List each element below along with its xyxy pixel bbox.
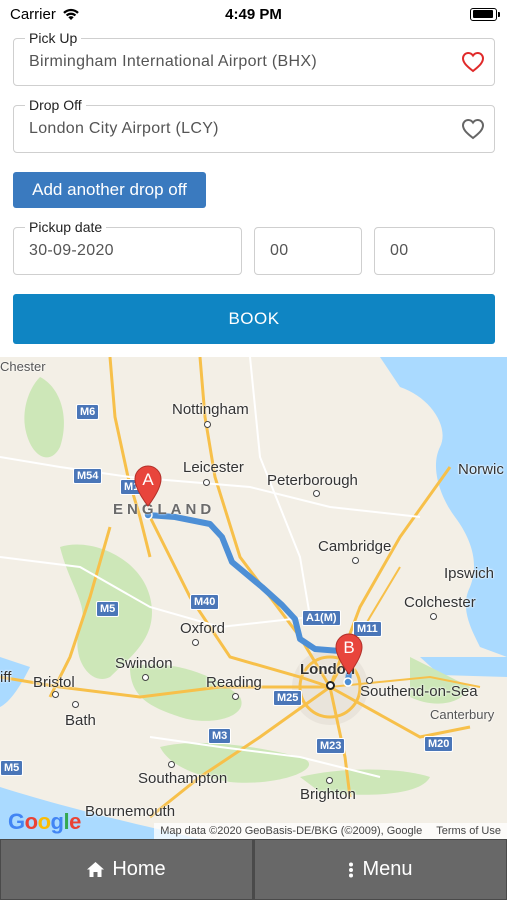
marker-b[interactable]: B (334, 633, 364, 675)
attribution-text: Map data ©2020 GeoBasis-DE/BKG (©2009), … (160, 825, 423, 837)
place-nottingham: Nottingham (172, 401, 249, 418)
more-vertical-icon (349, 862, 354, 877)
road-m23: M23 (316, 738, 346, 754)
place-ipswich: Ipswich (444, 565, 495, 582)
place-norwich: Norwic (458, 461, 504, 478)
google-logo: Google (8, 809, 81, 834)
dot-cambridge (352, 557, 359, 564)
place-colchester: Colchester (404, 594, 476, 611)
pickup-date-value: 30-09-2020 (29, 242, 114, 259)
dot-reading (232, 693, 239, 700)
bottom-tab-bar: Home Menu (0, 839, 507, 900)
road-a1m: A1(M) (302, 610, 341, 626)
dot-bath (72, 701, 79, 708)
place-chester: Chester (0, 359, 46, 374)
add-dropoff-button[interactable]: Add another drop off (13, 172, 206, 208)
road-m3: M3 (208, 728, 232, 744)
terms-of-use-link[interactable]: Terms of Use (436, 825, 501, 837)
tab-menu[interactable]: Menu (253, 839, 507, 900)
minute-field[interactable]: 00 (374, 227, 495, 275)
place-bristol: Bristol (33, 674, 75, 691)
minute-value: 00 (390, 242, 409, 259)
place-southampton: Southampton (138, 770, 228, 787)
place-reading: Reading (206, 674, 262, 691)
road-m5-south: M5 (0, 760, 24, 776)
dot-bristol (52, 691, 59, 698)
place-cambridge: Cambridge (318, 538, 392, 555)
dropoff-field[interactable]: Drop Off London City Airport (LCY) (13, 97, 495, 153)
place-swindon: Swindon (115, 655, 173, 672)
place-peterborough: Peterborough (267, 472, 358, 489)
place-bath: Bath (65, 712, 96, 729)
dot-southend (366, 677, 373, 684)
place-bournemouth: Bournemouth (85, 803, 176, 820)
battery-icon (470, 7, 500, 21)
marker-b-label: B (343, 638, 355, 657)
route-map[interactable]: ENGLAND Chester Nottingham Leicester Pet… (0, 357, 507, 839)
road-m25: M25 (273, 690, 303, 706)
dot-colchester (430, 613, 437, 620)
place-iff: iff (0, 669, 12, 686)
road-m20: M20 (424, 736, 454, 752)
wifi-icon (63, 8, 79, 20)
hour-value: 00 (270, 242, 289, 259)
place-southend: Southend-on-Sea (360, 683, 478, 700)
tab-menu-label: Menu (362, 858, 413, 880)
place-leicester: Leicester (183, 459, 244, 476)
pickup-value: Birmingham International Airport (BHX) (29, 53, 317, 70)
marker-a-label: A (142, 470, 154, 489)
pickup-label: Pick Up (25, 30, 82, 46)
dot-brighton (326, 777, 333, 784)
dot-peterborough (313, 490, 320, 497)
place-brighton: Brighton (300, 786, 356, 803)
tab-home[interactable]: Home (0, 839, 253, 900)
book-button[interactable]: BOOK (13, 294, 495, 344)
place-canterbury: Canterbury (430, 707, 495, 722)
road-m5: M5 (96, 601, 120, 617)
region-label: ENGLAND (113, 501, 216, 518)
pickup-date-label: Pickup date (25, 219, 107, 235)
tab-home-label: Home (112, 858, 166, 880)
status-bar: Carrier 4:49 PM (0, 0, 507, 28)
london-center-icon (326, 681, 335, 690)
place-oxford: Oxford (180, 620, 226, 637)
map-attribution: Map data ©2020 GeoBasis-DE/BKG (©2009), … (154, 823, 507, 839)
road-m40: M40 (190, 594, 220, 610)
carrier-info: Carrier (10, 6, 80, 23)
pickup-date-field[interactable]: Pickup date 30-09-2020 (13, 219, 242, 275)
dot-oxford (192, 639, 199, 646)
dot-swindon (142, 674, 149, 681)
dot-nottingham (204, 421, 211, 428)
dropoff-label: Drop Off (25, 97, 86, 113)
favorite-dropoff-heart-icon[interactable] (461, 118, 485, 140)
home-icon (87, 862, 105, 877)
dot-southampton (168, 761, 175, 768)
marker-a[interactable]: A (133, 465, 163, 507)
carrier-name: Carrier (10, 5, 56, 23)
dot-leicester (203, 479, 210, 486)
dropoff-value: London City Airport (LCY) (29, 120, 219, 137)
road-m54: M54 (73, 468, 103, 484)
road-m6: M6 (76, 404, 100, 420)
hour-field[interactable]: 00 (254, 227, 362, 275)
favorite-pickup-heart-icon[interactable] (461, 51, 485, 73)
pickup-field[interactable]: Pick Up Birmingham International Airport… (13, 30, 495, 86)
